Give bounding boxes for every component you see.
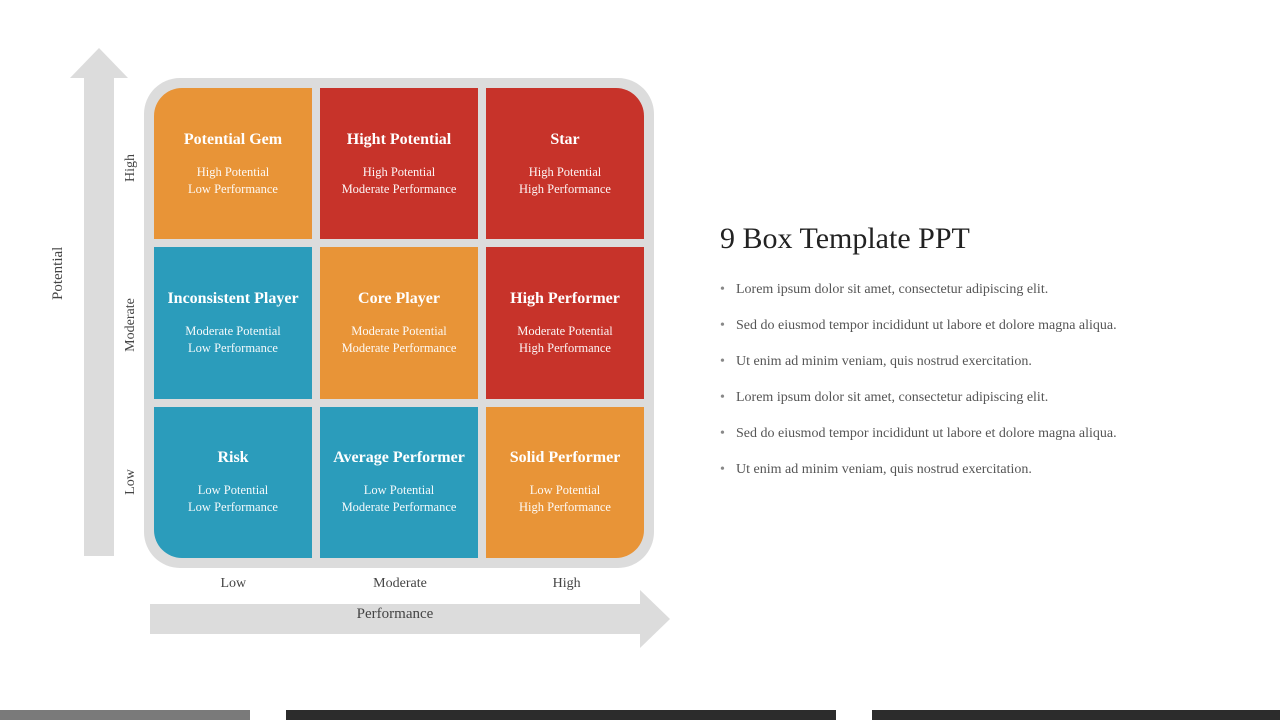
slide: Potential High Moderate Low Potential Ge…	[0, 0, 1280, 720]
cell-sub: High PotentialModerate Performance	[342, 164, 457, 198]
cell-title: Star	[550, 130, 579, 150]
x-axis-label: Performance	[150, 606, 640, 623]
cell-title: Potential Gem	[184, 130, 282, 150]
cell-average-performer: Average Performer Low PotentialModerate …	[320, 407, 478, 558]
bullet-item: Sed do eiusmod tempor incididunt ut labo…	[720, 426, 1240, 442]
cell-title: High Performer	[510, 289, 620, 309]
nine-box-grid: Potential Gem High PotentialLow Performa…	[154, 88, 644, 558]
cell-high-potential: Hight Potential High PotentialModerate P…	[320, 88, 478, 239]
cell-title: Solid Performer	[510, 448, 621, 468]
footer-bar-2	[286, 710, 836, 720]
x-tick-low: Low	[150, 576, 317, 592]
cell-risk: Risk Low PotentialLow Performance	[154, 407, 312, 558]
cell-title: Average Performer	[333, 448, 465, 468]
cell-sub: Moderate PotentialModerate Performance	[342, 323, 457, 357]
bullet-item: Lorem ipsum dolor sit amet, consectetur …	[720, 390, 1240, 406]
footer-bar-3	[872, 710, 1280, 720]
cell-title: Hight Potential	[347, 130, 451, 150]
cell-solid-performer: Solid Performer Low PotentialHigh Perfor…	[486, 407, 644, 558]
y-tick-moderate: Moderate	[118, 247, 144, 404]
x-axis-ticks: Low Moderate High	[150, 576, 650, 592]
content-panel: 9 Box Template PPT Lorem ipsum dolor sit…	[720, 222, 1240, 498]
nine-box-frame: Potential Gem High PotentialLow Performa…	[144, 78, 654, 568]
y-tick-high: High	[118, 90, 144, 247]
cell-title: Risk	[217, 448, 248, 468]
bullet-item: Lorem ipsum dolor sit amet, consectetur …	[720, 282, 1240, 298]
cell-sub: High PotentialHigh Performance	[519, 164, 611, 198]
cell-sub: Low PotentialModerate Performance	[342, 482, 457, 516]
cell-sub: Moderate PotentialLow Performance	[185, 323, 280, 357]
y-axis-ticks: High Moderate Low	[118, 90, 144, 560]
x-tick-moderate: Moderate	[317, 576, 484, 592]
slide-title: 9 Box Template PPT	[720, 222, 1240, 256]
y-axis-arrow	[84, 76, 114, 556]
bullet-item: Sed do eiusmod tempor incididunt ut labo…	[720, 318, 1240, 334]
y-axis-label: Potential	[50, 247, 67, 300]
cell-high-performer: High Performer Moderate PotentialHigh Pe…	[486, 247, 644, 398]
cell-core-player: Core Player Moderate PotentialModerate P…	[320, 247, 478, 398]
cell-title: Inconsistent Player	[167, 289, 298, 309]
cell-potential-gem: Potential Gem High PotentialLow Performa…	[154, 88, 312, 239]
cell-sub: Moderate PotentialHigh Performance	[517, 323, 612, 357]
cell-title: Core Player	[358, 289, 440, 309]
footer-bar-1	[0, 710, 250, 720]
bullet-item: Ut enim ad minim veniam, quis nostrud ex…	[720, 354, 1240, 370]
bullet-item: Ut enim ad minim veniam, quis nostrud ex…	[720, 462, 1240, 478]
cell-inconsistent-player: Inconsistent Player Moderate PotentialLo…	[154, 247, 312, 398]
cell-star: Star High PotentialHigh Performance	[486, 88, 644, 239]
cell-sub: High PotentialLow Performance	[188, 164, 278, 198]
y-tick-low: Low	[118, 403, 144, 560]
x-tick-high: High	[483, 576, 650, 592]
bullet-list: Lorem ipsum dolor sit amet, consectetur …	[720, 282, 1240, 478]
cell-sub: Low PotentialLow Performance	[188, 482, 278, 516]
cell-sub: Low PotentialHigh Performance	[519, 482, 611, 516]
